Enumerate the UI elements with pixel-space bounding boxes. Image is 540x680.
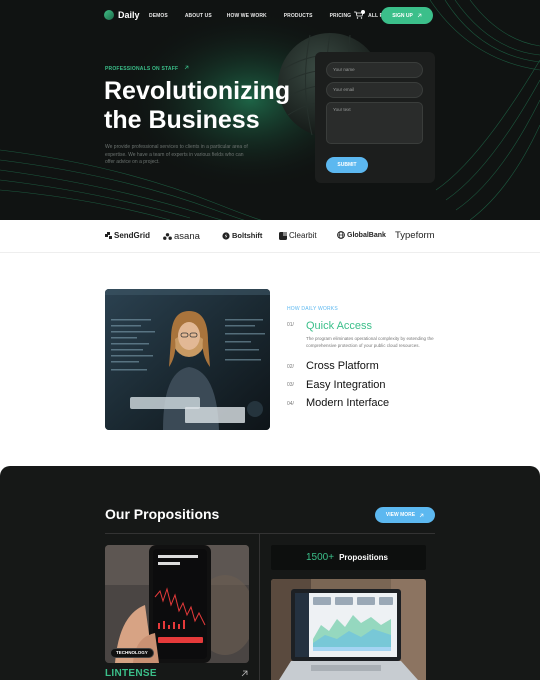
hero-section: Daily DEMOS ABOUT US HOW WE WORK PRODUCT…: [0, 0, 540, 220]
proposition-card-image[interactable]: [105, 545, 249, 663]
brand-boltshift: Boltshift: [222, 231, 262, 240]
nav-links: DEMOS ABOUT US HOW WE WORK PRODUCTS PRIC…: [149, 13, 414, 19]
clearbit-icon: [279, 231, 287, 240]
logo-text: Daily: [118, 10, 140, 20]
technology-tag[interactable]: TECHNOLOGY: [110, 648, 154, 658]
laptop-image: [271, 579, 426, 680]
divider-vertical: [259, 533, 260, 680]
brand-clearbit: Clearbit: [279, 231, 317, 240]
propositions-title: Our Propositions: [105, 506, 220, 522]
view-more-label: VIEW MORE: [385, 512, 416, 518]
brand-name: asana: [174, 231, 200, 242]
brand-name: Typeform: [395, 230, 435, 241]
step-title-easy-integration[interactable]: Easy Integration: [306, 379, 386, 391]
brand-sendgrid: SendGrid: [105, 231, 150, 240]
boltshift-icon: [222, 231, 230, 240]
sign-up-label: SIGN UP: [392, 12, 413, 19]
step-number: 04/: [287, 401, 294, 407]
step-description: The program eliminates operational compl…: [306, 336, 434, 348]
nav-link-pricing[interactable]: PRICING: [330, 13, 352, 19]
divider: [105, 533, 435, 534]
nav-link-how-we-work[interactable]: HOW WE WORK: [227, 13, 267, 19]
cart-badge: [361, 10, 365, 14]
name-input[interactable]: Your name: [326, 62, 423, 78]
hero-eyebrow[interactable]: PROFESSIONALS ON STAFF: [105, 65, 189, 72]
propositions-section: Our Propositions VIEW MORE TECHNOLOGY LI…: [0, 466, 540, 680]
contact-form: Your name Your email Your text SUBMIT: [315, 52, 435, 183]
nav-link-demos[interactable]: DEMOS: [149, 13, 168, 19]
submit-button[interactable]: SUBMIT: [326, 157, 368, 173]
phone-trading-image: [105, 545, 249, 663]
arrow-up-right-icon: [184, 65, 189, 70]
logo[interactable]: Daily: [104, 10, 140, 20]
brand-name: GlobalBank: [347, 231, 386, 239]
brand-globalbank: GlobalBank: [337, 231, 386, 239]
globalbank-icon: [337, 231, 345, 239]
hero-description: We provide professional services to clie…: [105, 144, 248, 165]
team-photo: [105, 289, 270, 430]
arrow-up-right-icon: [417, 13, 422, 18]
brand-name: Clearbit: [289, 231, 317, 240]
brand-logos: SendGrid asana Boltshift Clearbit Global…: [0, 220, 540, 253]
arrow-up-right-icon: [419, 513, 424, 517]
hero-title-line2: the Business: [104, 106, 260, 134]
step-title-cross-platform[interactable]: Cross Platform: [306, 360, 379, 372]
email-input[interactable]: Your email: [326, 82, 423, 98]
hero-title: Revolutionizing the Business: [104, 77, 304, 135]
step-number: 01/: [287, 322, 294, 328]
woman-at-computer-image: [105, 289, 270, 430]
top-nav: Daily DEMOS ABOUT US HOW WE WORK PRODUCT…: [0, 0, 540, 32]
laptop-dashboard-image[interactable]: [271, 579, 426, 680]
stat-number: 1500+: [306, 552, 335, 563]
sendgrid-icon: [105, 232, 112, 239]
logo-icon: [104, 10, 114, 20]
step-number: 03/: [287, 382, 294, 388]
brand-asana: asana: [163, 231, 200, 242]
step-number: 02/: [287, 364, 294, 370]
nav-link-products[interactable]: PRODUCTS: [284, 13, 313, 19]
brand-name: Boltshift: [232, 231, 263, 240]
hero-title-line1: Revolutionizing: [104, 77, 291, 105]
arrow-up-right-icon[interactable]: [241, 670, 248, 677]
propositions-stat: 1500+ Propositions: [271, 545, 426, 570]
stat-label: Propositions: [339, 553, 388, 562]
how-label: HOW DAILY WORKS: [287, 306, 338, 312]
sign-up-button[interactable]: SIGN UP: [381, 7, 433, 24]
brand-name: SendGrid: [114, 231, 151, 240]
nav-link-about-us[interactable]: ABOUT US: [185, 13, 212, 19]
step-title-modern-interface[interactable]: Modern Interface: [306, 397, 389, 409]
view-more-button[interactable]: VIEW MORE: [375, 507, 435, 523]
hero-eyebrow-text: PROFESSIONALS ON STAFF: [105, 66, 179, 72]
text-input[interactable]: Your text: [326, 102, 423, 144]
card-title[interactable]: LINTENSE: [105, 668, 157, 679]
asana-icon: [163, 233, 172, 240]
step-title-quick-access[interactable]: Quick Access: [306, 320, 372, 332]
brand-typeform: Typeform: [395, 230, 435, 241]
